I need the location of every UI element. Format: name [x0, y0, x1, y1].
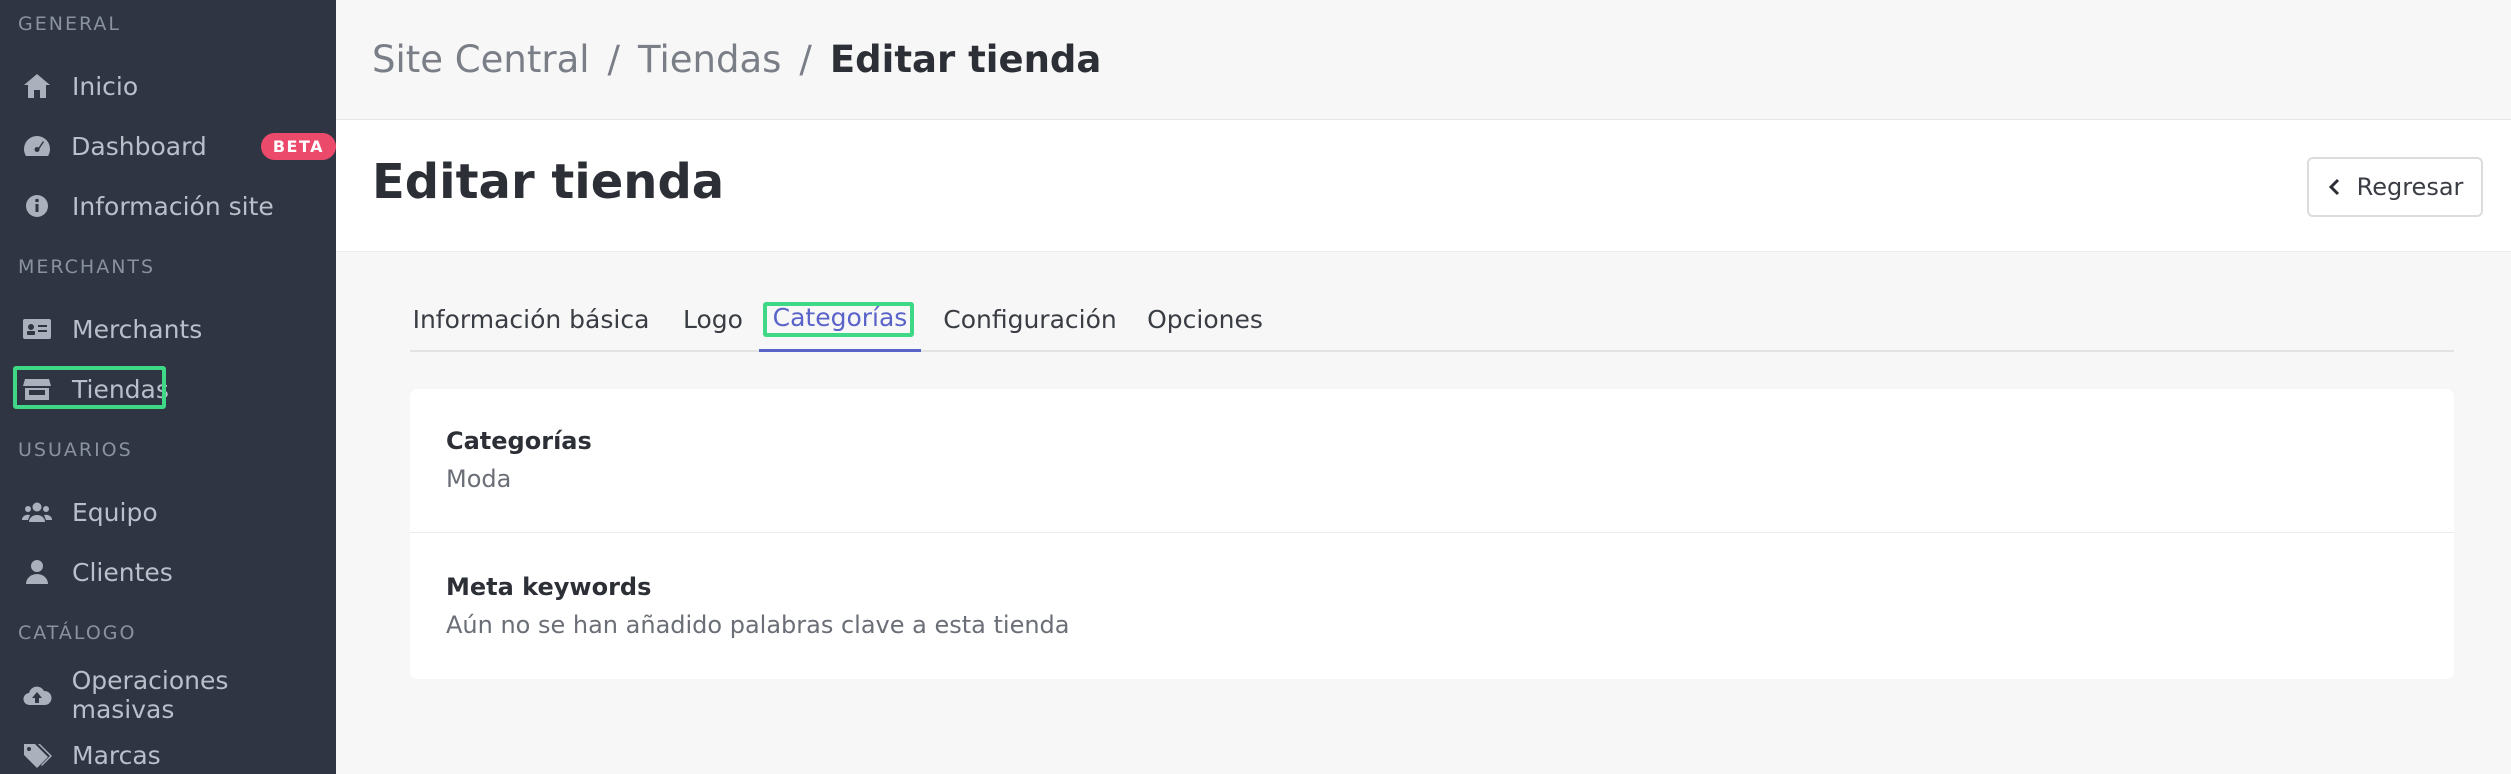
- back-button-label: Regresar: [2356, 173, 2464, 201]
- categories-card: Categorías Moda Meta keywords Aún no se …: [410, 389, 2454, 679]
- tab-categorias[interactable]: Categorías: [759, 286, 921, 352]
- sidebar-item-equipo[interactable]: Equipo: [0, 484, 336, 540]
- categories-row: Categorías Moda: [410, 427, 2454, 493]
- section-label-merchants: MERCHANTS: [18, 256, 156, 278]
- sidebar-item-label: Inicio: [72, 71, 139, 101]
- id-card-icon: [20, 314, 54, 344]
- cloud-upload-icon: [20, 680, 54, 710]
- categories-label: Categorías: [446, 427, 592, 455]
- tab-informacion-basica[interactable]: Información básica: [410, 286, 652, 352]
- sidebar-item-label: Operaciones masivas: [71, 666, 229, 724]
- sidebar: GENERAL Inicio Dashboard BETA Informació…: [0, 0, 336, 774]
- sidebar-item-label: Equipo: [72, 497, 158, 527]
- tab-opciones[interactable]: Opciones: [1130, 286, 1280, 352]
- sidebar-item-label: Marcas: [72, 740, 161, 770]
- keywords-value: Aún no se han añadido palabras clave a e…: [446, 611, 1070, 639]
- keywords-label: Meta keywords: [446, 573, 652, 601]
- tab-logo[interactable]: Logo: [666, 286, 760, 352]
- speedometer-icon: [20, 131, 53, 161]
- section-label-catalogo: CATÁLOGO: [18, 622, 137, 644]
- users-icon: [20, 497, 54, 527]
- tab-configuracion[interactable]: Configuración: [930, 286, 1130, 352]
- back-button[interactable]: Regresar: [2307, 157, 2483, 217]
- categories-value: Moda: [446, 465, 512, 493]
- sidebar-item-label: Clientes: [72, 557, 173, 587]
- breadcrumb: Site Central / Tiendas / Editar tienda: [336, 0, 2511, 120]
- beta-badge: BETA: [260, 132, 336, 160]
- page-title: Editar tienda: [372, 154, 725, 210]
- sidebar-item-label: Información site: [72, 191, 274, 221]
- sidebar-item-label: Merchants: [72, 314, 203, 344]
- tab-bar: Información básica Logo Categorías Confi…: [410, 286, 2454, 352]
- sidebar-item-label: Tiendas: [72, 374, 169, 404]
- sidebar-item-merchants[interactable]: Merchants: [0, 301, 336, 357]
- home-icon: [20, 71, 54, 101]
- sidebar-item-tiendas[interactable]: Tiendas: [0, 361, 336, 417]
- breadcrumb-separator: /: [607, 38, 620, 81]
- section-label-general: GENERAL: [18, 13, 121, 35]
- section-label-usuarios: USUARIOS: [18, 439, 133, 461]
- breadcrumb-separator: /: [799, 38, 812, 81]
- tags-icon: [20, 740, 54, 770]
- info-circle-icon: [20, 191, 54, 221]
- breadcrumb-tiendas[interactable]: Tiendas: [638, 38, 781, 81]
- page-header: Editar tienda Regresar: [336, 120, 2511, 252]
- breadcrumb-site-central[interactable]: Site Central: [372, 38, 590, 81]
- sidebar-item-dashboard[interactable]: Dashboard BETA: [0, 118, 336, 174]
- sidebar-item-operaciones-masivas[interactable]: Operaciones masivas: [0, 666, 336, 724]
- sidebar-item-marcas[interactable]: Marcas: [0, 727, 336, 774]
- sidebar-item-inicio[interactable]: Inicio: [0, 58, 336, 114]
- breadcrumb-current: Editar tienda: [829, 38, 1102, 81]
- sidebar-item-label: Dashboard: [71, 131, 207, 161]
- divider: [410, 532, 2454, 533]
- chevron-left-icon: [2328, 178, 2339, 196]
- store-icon: [20, 374, 54, 404]
- sidebar-item-informacion-site[interactable]: Información site: [0, 178, 336, 234]
- keywords-row: Meta keywords Aún no se han añadido pala…: [410, 573, 2454, 639]
- sidebar-item-clientes[interactable]: Clientes: [0, 544, 336, 600]
- user-icon: [20, 557, 54, 587]
